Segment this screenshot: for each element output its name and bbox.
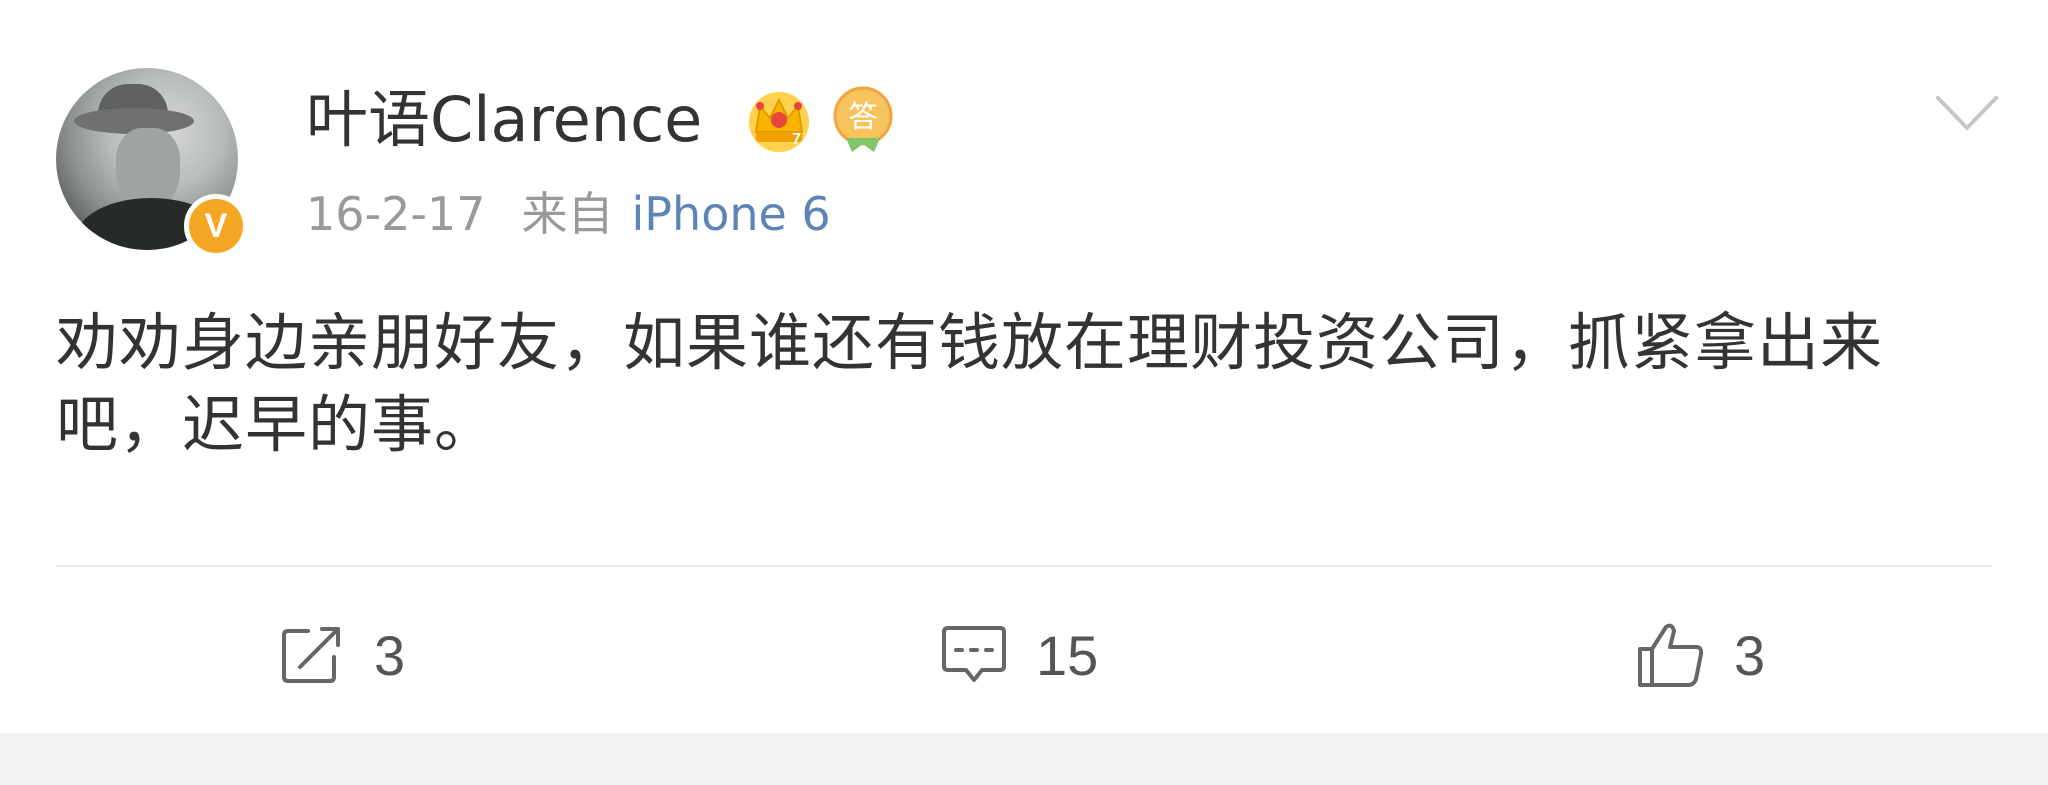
comment-count: 15 bbox=[1036, 623, 1099, 687]
feed-separator bbox=[0, 733, 2048, 785]
repost-icon bbox=[282, 627, 340, 683]
source-prefix: 来自 bbox=[521, 187, 614, 241]
like-button[interactable]: 3 bbox=[1636, 612, 1765, 698]
avatar[interactable]: V bbox=[56, 68, 248, 258]
verified-badge: V bbox=[184, 194, 248, 258]
divider bbox=[56, 565, 1992, 567]
answer-badge-icon[interactable]: 答 bbox=[828, 84, 898, 156]
weibo-post-card: V 叶语Clarence 7 答 16-2-17 来自 iPhone 6 劝劝身边亲… bbox=[0, 0, 2048, 733]
post-meta: 16-2-17 来自 iPhone 6 bbox=[306, 186, 831, 242]
post-text: 劝劝身边亲朋好友，如果谁还有钱放在理财投资公司，抓紧拿出来吧，迟早的事。 bbox=[56, 306, 1884, 461]
crown-icon[interactable]: 7 bbox=[744, 84, 814, 154]
source-link[interactable]: iPhone 6 bbox=[632, 187, 831, 241]
svg-text:7: 7 bbox=[792, 131, 801, 148]
comment-icon bbox=[942, 626, 1006, 682]
repost-button[interactable]: 3 bbox=[278, 612, 405, 698]
chevron-down-icon[interactable] bbox=[1934, 92, 2000, 136]
repost-count: 3 bbox=[374, 623, 406, 687]
like-count: 3 bbox=[1734, 623, 1766, 687]
post-date: 16-2-17 bbox=[306, 187, 486, 241]
author-name[interactable]: 叶语Clarence bbox=[306, 82, 702, 158]
svg-text:答: 答 bbox=[848, 100, 878, 135]
thumbs-up-icon bbox=[1638, 623, 1704, 687]
comment-button[interactable]: 15 bbox=[940, 612, 1098, 698]
